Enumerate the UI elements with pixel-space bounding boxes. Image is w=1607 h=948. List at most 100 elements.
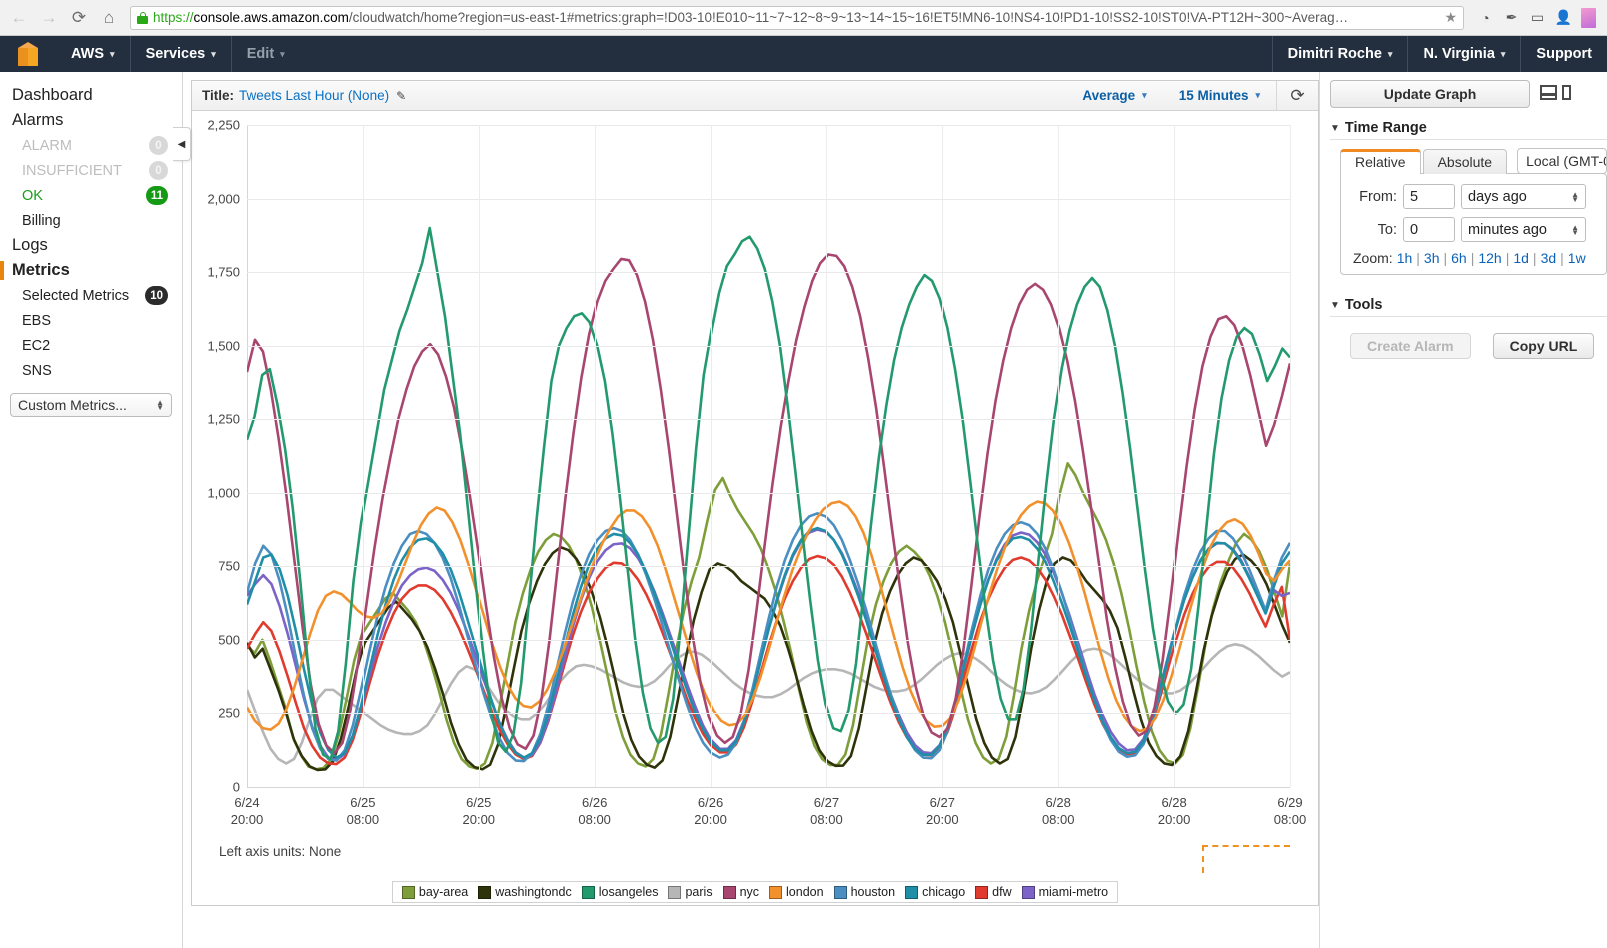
bookmark-star-icon[interactable]: ★ — [1444, 9, 1457, 26]
statistic-dropdown[interactable]: Average ▾ — [1066, 88, 1162, 103]
home-icon[interactable]: ⌂ — [96, 5, 122, 31]
zoom-link-1w[interactable]: 1w — [1568, 250, 1586, 266]
legend-color-swatch — [769, 885, 783, 899]
x-gridline — [594, 125, 596, 787]
sidebar-item-label: ALARM — [22, 137, 72, 154]
nav-item-services[interactable]: Services ▾ — [131, 36, 232, 72]
tab-absolute[interactable]: Absolute — [1422, 149, 1508, 174]
browser-toolbar: ← → ⟳ ⌂ https://console.aws.amazon.com/c… — [0, 0, 1607, 36]
sidebar-item-billing[interactable]: Billing — [0, 208, 182, 233]
sidebar-item-insufficient[interactable]: INSUFFICIENT 0 — [0, 158, 182, 183]
zoom-link-6h[interactable]: 6h — [1451, 250, 1467, 266]
legend-color-swatch — [668, 885, 682, 899]
sidebar-item-selected-metrics[interactable]: Selected Metrics 10 — [0, 283, 182, 308]
x-tick-date: 6/28 — [1045, 795, 1071, 810]
sidebar-item-ok[interactable]: OK 11 — [0, 183, 182, 208]
legend-item-washingtondc[interactable]: washingtondc — [475, 885, 574, 899]
person-icon[interactable]: 👤 — [1555, 9, 1572, 26]
from-unit-select[interactable]: days ago ▲ ▼ — [1461, 184, 1586, 209]
y-axis-tick-label: 0 — [232, 779, 240, 795]
nav-item-support[interactable]: Support — [1520, 36, 1607, 72]
y-gridline — [247, 198, 1290, 200]
reload-icon[interactable]: ⟳ — [66, 5, 92, 31]
history-icon[interactable]: ◔ — [1477, 9, 1494, 26]
y-axis-tick-label: 250 — [218, 705, 240, 721]
create-alarm-button[interactable]: Create Alarm — [1350, 333, 1471, 359]
legend-item-chicago[interactable]: chicago — [902, 885, 968, 899]
legend-item-miami-metro[interactable]: miami-metro — [1019, 885, 1111, 899]
sidebar-item-label: Metrics — [12, 261, 70, 279]
legend-item-nyc[interactable]: nyc — [720, 885, 762, 899]
from-input[interactable] — [1403, 184, 1455, 209]
zoom-link-3h[interactable]: 3h — [1424, 250, 1440, 266]
nav-item-region[interactable]: N. Virginia ▾ — [1407, 36, 1520, 72]
forward-arrow-icon[interactable]: → — [36, 5, 62, 31]
copy-url-button[interactable]: Copy URL — [1492, 333, 1595, 359]
update-graph-button[interactable]: Update Graph — [1330, 80, 1530, 108]
y-axis-tick-label: 2,000 — [207, 191, 240, 207]
graph-title-value[interactable]: Tweets Last Hour (None) — [239, 88, 389, 103]
sidebar-item-logs[interactable]: Logs — [0, 233, 182, 258]
zoom-selection-marquee[interactable] — [1202, 845, 1290, 873]
legend-item-paris[interactable]: paris — [665, 885, 715, 899]
address-bar[interactable]: https://console.aws.amazon.com/cloudwatc… — [130, 5, 1464, 30]
chevron-down-icon: ▾ — [211, 48, 216, 59]
title-label: Title: — [202, 88, 235, 103]
sidebar-badge: 11 — [145, 186, 168, 205]
zoom-separator: | — [1532, 250, 1537, 266]
y-gridline — [247, 566, 1290, 568]
legend-label: chicago — [922, 885, 966, 899]
sidebar-item-alarm[interactable]: ALARM 0 — [0, 133, 182, 158]
pen-icon[interactable]: ✒ — [1503, 9, 1520, 26]
tools-title: Tools — [1344, 297, 1383, 313]
legend-item-losangeles[interactable]: losangeles — [579, 885, 662, 899]
sidebar-item-alarms[interactable]: Alarms — [0, 108, 182, 133]
x-axis-tick-label: 6/29 08:00 — [1274, 794, 1307, 828]
nav-item-aws[interactable]: AWS ▾ — [56, 36, 131, 72]
pencil-icon[interactable]: ✎ — [396, 89, 406, 103]
to-unit-select[interactable]: minutes ago ▲ ▼ — [1461, 217, 1586, 242]
legend-item-bay-area[interactable]: bay-area — [399, 885, 471, 899]
refresh-icon[interactable]: ⟳ — [1276, 81, 1318, 110]
nav-item-edit[interactable]: Edit ▾ — [232, 36, 300, 72]
sidebar-item-ebs[interactable]: EBS — [0, 308, 182, 333]
split-layout-icon[interactable] — [1540, 85, 1557, 100]
zoom-link-3d[interactable]: 3d — [1541, 250, 1557, 266]
time-range-tabs: Relative Absolute Local (GMT-0… — [1340, 148, 1607, 174]
sidebar-item-label: INSUFFICIENT — [22, 162, 122, 179]
cast-icon[interactable]: ▭ — [1529, 9, 1546, 26]
legend-item-london[interactable]: london — [766, 885, 827, 899]
chart-plot-area[interactable]: 0 250 500 750 1,000 1,250 1,500 1,750 2,000 2,250… — [207, 118, 1306, 828]
sidebar-item-ec2[interactable]: EC2 — [0, 333, 182, 358]
time-range-section-header[interactable]: ▼ Time Range — [1330, 120, 1607, 136]
sidebar-item-sns[interactable]: SNS — [0, 358, 182, 383]
tools-section-header[interactable]: ▼ Tools — [1330, 297, 1607, 313]
sidebar-item-metrics[interactable]: Metrics — [0, 258, 182, 283]
zoom-link-12h[interactable]: 12h — [1478, 250, 1501, 266]
tab-relative[interactable]: Relative — [1340, 149, 1421, 174]
to-input[interactable] — [1403, 217, 1455, 242]
y-gridline — [247, 345, 1290, 347]
tall-layout-icon[interactable] — [1562, 85, 1571, 100]
legend-item-dfw[interactable]: dfw — [972, 885, 1014, 899]
x-tick-date: 6/27 — [813, 795, 840, 810]
sidebar: Dashboard Alarms ALARM 0 INSUFFICIENT 0 OK 11 Bi… — [0, 72, 191, 948]
period-dropdown[interactable]: 15 Minutes ▾ — [1163, 88, 1276, 103]
zoom-link-1d[interactable]: 1d — [1513, 250, 1529, 266]
custom-metrics-select[interactable]: Custom Metrics... ▲ ▼ — [10, 393, 172, 417]
timezone-select[interactable]: Local (GMT-0… — [1517, 148, 1607, 174]
sidebar-collapse-button[interactable]: ◀ — [173, 127, 191, 161]
x-tick-date: 6/27 — [929, 795, 955, 810]
chevron-down-icon: ▾ — [1142, 90, 1147, 100]
legend-item-houston[interactable]: houston — [831, 885, 898, 899]
sidebar-item-dashboard[interactable]: Dashboard — [0, 83, 182, 108]
back-arrow-icon[interactable]: ← — [6, 5, 32, 31]
gradient-swatch-icon[interactable] — [1581, 7, 1596, 28]
nav-item-account[interactable]: Dimitri Roche ▾ — [1271, 36, 1408, 72]
from-label: From: — [1359, 188, 1397, 205]
aws-cube-logo-icon[interactable] — [0, 42, 56, 66]
zoom-link-1h[interactable]: 1h — [1397, 250, 1413, 266]
legend-color-swatch — [1021, 885, 1035, 899]
x-tick-date: 6/28 — [1161, 795, 1187, 810]
x-tick-date: 6/25 — [350, 795, 376, 810]
